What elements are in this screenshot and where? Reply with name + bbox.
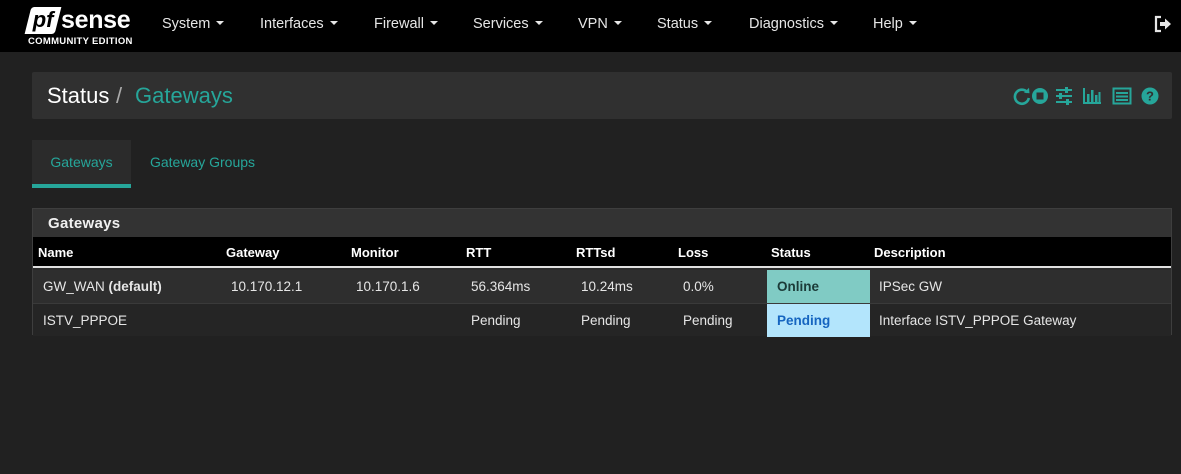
pfsense-logo[interactable]: pf sense COMMUNITY EDITION — [24, 6, 136, 48]
logo-pf-mark: pf — [24, 7, 62, 34]
col-rtt: RTT — [466, 245, 492, 260]
log-list-icon[interactable] — [1112, 86, 1132, 106]
breadcrumb-separator: / — [116, 83, 123, 108]
cell-rtt: 56.364ms — [471, 279, 531, 294]
breadcrumb-bar: Status / Gateways ? — [32, 72, 1172, 119]
nav-system[interactable]: System — [162, 0, 225, 50]
breadcrumb-parent[interactable]: Status — [47, 83, 109, 109]
default-marker: (default) — [108, 279, 162, 294]
caret-down-icon — [429, 21, 438, 26]
table-row: GW_WAN (default) 10.170.12.1 10.170.1.6 … — [33, 270, 1171, 303]
col-monitor: Monitor — [351, 245, 399, 260]
top-navbar: pf sense COMMUNITY EDITION System Interf… — [0, 0, 1181, 52]
sign-out-icon[interactable] — [1154, 15, 1172, 33]
nav-firewall[interactable]: Firewall — [374, 0, 438, 50]
cell-rttsd: 10.24ms — [581, 279, 633, 294]
caret-down-icon — [704, 21, 713, 26]
cell-loss: Pending — [683, 313, 733, 328]
status-badge-pending: Pending — [767, 304, 870, 337]
nav-services[interactable]: Services — [473, 0, 543, 50]
panel-heading: Gateways — [33, 209, 1171, 237]
status-text: Online — [777, 279, 820, 294]
panel-title: Gateways — [48, 215, 121, 232]
caret-down-icon — [329, 21, 338, 26]
nav-help[interactable]: Help — [873, 0, 917, 50]
caret-down-icon — [908, 21, 917, 26]
bar-chart-icon[interactable] — [1082, 86, 1102, 106]
table-header: Name Gateway Monitor RTT RTTsd Loss Stat… — [33, 237, 1171, 268]
cell-name: GW_WAN (default) — [43, 279, 162, 294]
header-icon-group: ? — [1012, 86, 1162, 106]
col-status: Status — [771, 245, 811, 260]
status-text: Pending — [777, 313, 831, 328]
cell-loss: 0.0% — [683, 279, 714, 294]
logo-edition-text: COMMUNITY EDITION — [28, 36, 133, 47]
caret-down-icon — [534, 21, 543, 26]
cell-description: IPSec GW — [879, 279, 943, 294]
nav-diagnostics[interactable]: Diagnostics — [749, 0, 838, 50]
col-name: Name — [38, 245, 74, 260]
help-icon[interactable]: ? — [1140, 86, 1160, 106]
col-loss: Loss — [678, 245, 709, 260]
gateways-panel: Gateways Name Gateway Monitor RTT RTTsd … — [32, 208, 1172, 337]
status-badge-online: Online — [767, 270, 870, 303]
stop-circle-icon[interactable] — [1030, 86, 1050, 106]
tab-gateways[interactable]: Gateways — [32, 140, 131, 188]
svg-text:?: ? — [1146, 89, 1154, 104]
cell-rttsd: Pending — [581, 313, 631, 328]
cell-name: ISTV_PPPOE — [43, 313, 128, 328]
nav-interfaces[interactable]: Interfaces — [260, 0, 338, 50]
cell-monitor: 10.170.1.6 — [356, 279, 420, 294]
cell-gateway: 10.170.12.1 — [231, 279, 303, 294]
nav-status[interactable]: Status — [657, 0, 713, 50]
tab-gateway-groups[interactable]: Gateway Groups — [140, 140, 265, 188]
logo-sense-text: sense — [61, 6, 131, 34]
refresh-icon[interactable] — [1012, 86, 1032, 106]
caret-down-icon — [613, 21, 622, 26]
col-description: Description — [874, 245, 946, 260]
cell-description: Interface ISTV_PPPOE Gateway — [879, 313, 1077, 328]
cell-rtt: Pending — [471, 313, 521, 328]
col-rttsd: RTTsd — [576, 245, 616, 260]
col-gateway: Gateway — [226, 245, 280, 260]
caret-down-icon — [216, 21, 225, 26]
nav-vpn[interactable]: VPN — [578, 0, 622, 50]
table-row: ISTV_PPPOE Pending Pending Pending Pendi… — [33, 303, 1171, 337]
sliders-icon[interactable] — [1054, 86, 1074, 106]
caret-down-icon — [829, 21, 838, 26]
breadcrumb-current[interactable]: Gateways — [135, 83, 233, 109]
